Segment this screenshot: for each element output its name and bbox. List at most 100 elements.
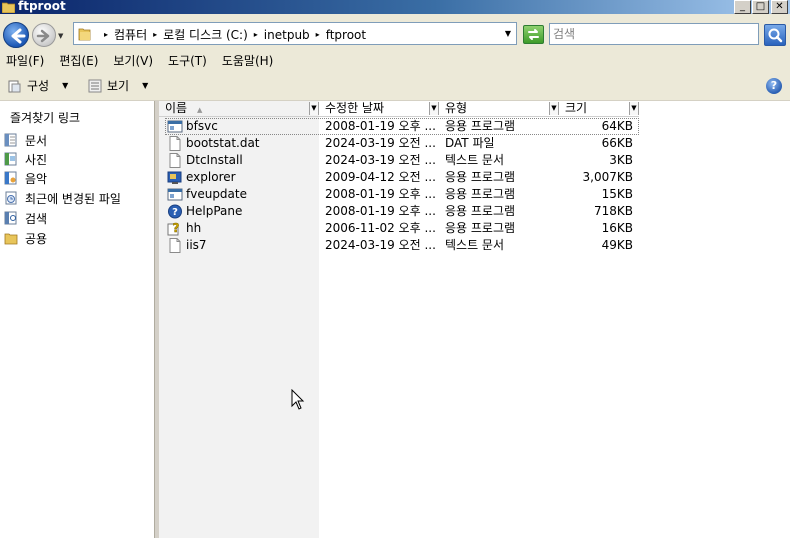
file-name: hh xyxy=(186,221,202,235)
navigation-bar: ▼ ▸ 컴퓨터 ▸ 로컬 디스크 (C:) ▸ inetpub ▸ ftproo… xyxy=(0,14,790,54)
file-date: 2009-04-12 오전 ... xyxy=(325,170,436,184)
searches-icon xyxy=(4,211,17,225)
favorite-label: 최근에 변경된 파일 xyxy=(25,191,121,206)
file-icon xyxy=(169,136,181,151)
organize-icon xyxy=(8,80,21,92)
help-button[interactable]: ? xyxy=(766,78,782,94)
favorite-pictures[interactable]: 사진 xyxy=(4,150,47,168)
file-row[interactable]: iis7 2024-03-19 오전 ... 텍스트 문서 49KB xyxy=(159,237,639,254)
favorite-searches[interactable]: 검색 xyxy=(4,209,47,227)
maximize-button[interactable]: □ xyxy=(752,0,769,14)
file-row[interactable]: bfsvc 2008-01-19 오후 ... 응용 프로그램 64KB xyxy=(159,118,639,135)
menu-view[interactable]: 보기(V) xyxy=(106,54,161,70)
search-input[interactable] xyxy=(550,24,758,44)
minimize-button[interactable]: _ xyxy=(734,0,751,14)
file-row[interactable]: DtcInstall 2024-03-19 오전 ... 텍스트 문서 3KB xyxy=(159,152,639,169)
menu-tools[interactable]: 도구(T) xyxy=(161,54,215,70)
file-type: 응용 프로그램 xyxy=(445,187,516,201)
organize-label: 구성 xyxy=(27,79,50,93)
title-bar: ftproot _ □ ✕ xyxy=(0,0,790,14)
explorer-app-icon xyxy=(167,171,182,184)
file-name: iis7 xyxy=(186,238,207,252)
breadcrumb-separator-icon[interactable]: ▸ xyxy=(316,30,320,39)
column-filter-dropdown-icon[interactable]: ▼ xyxy=(429,102,439,115)
text-document-icon xyxy=(169,238,181,253)
search-box[interactable] xyxy=(549,23,759,45)
favorite-recent-files[interactable]: 최근에 변경된 파일 xyxy=(4,189,121,207)
menu-help[interactable]: 도움말(H) xyxy=(215,54,282,70)
navigation-pane: 즐겨찾기 링크 문서 사진 음악 최근에 변경된 파일 검색 공용 xyxy=(0,101,155,538)
breadcrumb-local-disk[interactable]: 로컬 디스크 (C:) xyxy=(163,26,248,43)
column-header-name[interactable]: 이름 ▲ ▼ xyxy=(159,101,319,117)
window-title: ftproot xyxy=(18,0,66,13)
file-type: 텍스트 문서 xyxy=(445,153,505,167)
file-type: 텍스트 문서 xyxy=(445,238,505,252)
file-row[interactable]: ? hh 2006-11-02 오후 ... 응용 프로그램 16KB xyxy=(159,220,639,237)
favorite-label: 공용 xyxy=(25,231,48,246)
forward-button[interactable] xyxy=(32,23,56,47)
file-date: 2024-03-19 오전 ... xyxy=(325,136,436,150)
application-icon xyxy=(167,120,183,133)
file-date: 2024-03-19 오전 ... xyxy=(325,238,436,252)
breadcrumb-computer[interactable]: 컴퓨터 xyxy=(114,26,147,43)
address-history-dropdown-icon[interactable]: ▼ xyxy=(505,29,511,38)
file-size: 3,007KB xyxy=(582,170,633,184)
file-size: 3KB xyxy=(609,153,633,167)
column-header-type[interactable]: 유형 ▼ xyxy=(439,101,559,117)
address-bar[interactable]: ▸ 컴퓨터 ▸ 로컬 디스크 (C:) ▸ inetpub ▸ ftproot … xyxy=(73,22,517,45)
favorite-label: 문서 xyxy=(25,133,48,148)
column-header-size[interactable]: 크기 ▼ xyxy=(559,101,639,117)
file-row[interactable]: fveupdate 2008-01-19 오후 ... 응용 프로그램 15KB xyxy=(159,186,639,203)
views-label: 보기 xyxy=(107,79,130,93)
favorite-label: 사진 xyxy=(25,152,48,167)
file-size: 64KB xyxy=(601,119,633,133)
views-button[interactable]: 보기 ▼ xyxy=(88,77,148,94)
favorite-music[interactable]: 음악 xyxy=(4,169,47,187)
breadcrumb-separator-icon[interactable]: ▸ xyxy=(153,30,157,39)
organize-button[interactable]: 구성 ▼ xyxy=(8,77,68,94)
file-size: 718KB xyxy=(593,204,633,218)
file-size: 66KB xyxy=(601,136,633,150)
mouse-cursor-icon xyxy=(291,389,305,410)
search-button[interactable] xyxy=(764,24,786,46)
breadcrumb-separator-icon[interactable]: ▸ xyxy=(104,30,108,39)
sort-ascending-icon: ▲ xyxy=(197,106,203,114)
application-icon xyxy=(167,188,183,201)
column-filter-dropdown-icon[interactable]: ▼ xyxy=(309,102,319,115)
close-button[interactable]: ✕ xyxy=(771,0,788,14)
breadcrumb-separator-icon[interactable]: ▸ xyxy=(254,30,258,39)
chevron-down-icon: ▼ xyxy=(142,81,149,90)
menu-edit[interactable]: 편집(E) xyxy=(52,54,106,70)
file-size: 16KB xyxy=(601,221,633,235)
file-name: DtcInstall xyxy=(186,153,243,167)
file-name: HelpPane xyxy=(186,204,243,218)
folder-icon xyxy=(78,28,91,41)
file-date: 2006-11-02 오후 ... xyxy=(325,221,436,235)
file-size: 49KB xyxy=(601,238,633,252)
file-type: 응용 프로그램 xyxy=(445,170,516,184)
column-header-date-modified[interactable]: 수정한 날짜 ▼ xyxy=(319,101,439,117)
command-bar: 구성 ▼ 보기 ▼ ? xyxy=(0,70,790,101)
column-filter-dropdown-icon[interactable]: ▼ xyxy=(549,102,559,115)
column-filter-dropdown-icon[interactable]: ▼ xyxy=(629,102,639,115)
breadcrumb-inetpub[interactable]: inetpub xyxy=(264,28,310,42)
file-type: 응용 프로그램 xyxy=(445,221,516,235)
back-arrow-icon xyxy=(11,28,26,44)
file-date: 2008-01-19 오후 ... xyxy=(325,119,436,133)
menu-bar: 파일(F) 편집(E) 보기(V) 도구(T) 도움말(H) xyxy=(0,54,790,70)
views-icon xyxy=(88,79,102,92)
refresh-button[interactable] xyxy=(523,25,544,44)
file-row[interactable]: ? HelpPane 2008-01-19 오후 ... 응용 프로그램 718… xyxy=(159,203,639,220)
favorite-public[interactable]: 공용 xyxy=(4,229,47,247)
favorite-label: 검색 xyxy=(25,211,48,226)
favorite-links-title: 즐겨찾기 링크 xyxy=(10,111,81,125)
menu-file[interactable]: 파일(F) xyxy=(0,54,52,70)
recent-pages-dropdown-icon[interactable]: ▼ xyxy=(58,32,63,40)
favorite-documents[interactable]: 문서 xyxy=(4,131,47,149)
file-row[interactable]: bootstat.dat 2024-03-19 오전 ... DAT 파일 66… xyxy=(159,135,639,152)
file-row[interactable]: explorer 2009-04-12 오전 ... 응용 프로그램 3,007… xyxy=(159,169,639,186)
file-name: fveupdate xyxy=(186,187,247,201)
breadcrumb-ftproot[interactable]: ftproot xyxy=(326,28,366,42)
chevron-down-icon: ▼ xyxy=(62,81,69,90)
back-button[interactable] xyxy=(3,22,29,48)
